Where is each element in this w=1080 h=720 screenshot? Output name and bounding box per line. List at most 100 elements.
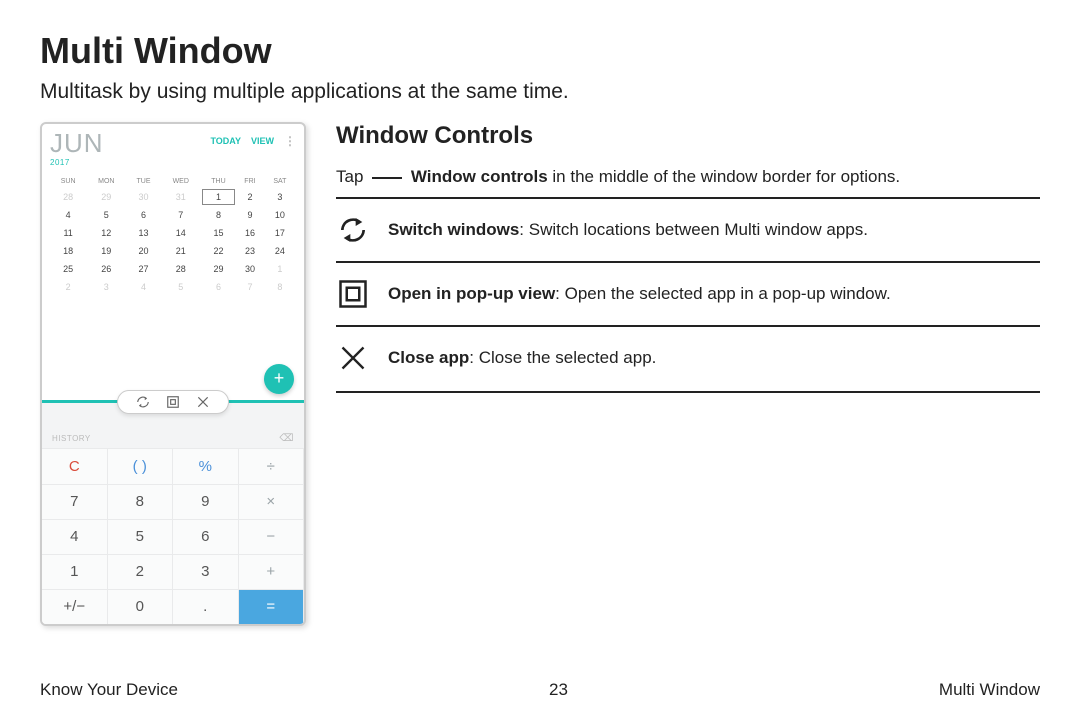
calc-key[interactable]: 7	[42, 484, 108, 519]
switch-windows-icon	[336, 213, 370, 247]
calendar-date-cell[interactable]: 6	[201, 278, 236, 296]
calc-key[interactable]: ×	[239, 484, 305, 519]
calc-key[interactable]: ÷	[239, 448, 305, 483]
calendar-date-cell[interactable]: 4	[50, 206, 86, 224]
calendar-today-button[interactable]: TODAY	[210, 136, 241, 146]
calendar-date-cell[interactable]: 1	[264, 260, 296, 278]
calendar-date-cell[interactable]: 28	[161, 260, 201, 278]
calendar-date-cell[interactable]: 9	[236, 206, 264, 224]
close-icon[interactable]	[196, 395, 210, 409]
calendar-date-cell[interactable]: 8	[201, 206, 236, 224]
calendar-date-cell[interactable]: 29	[86, 188, 126, 206]
window-controls-pill	[117, 390, 229, 414]
calendar-month: JUN	[50, 130, 104, 156]
calendar-date-cell[interactable]: 2	[50, 278, 86, 296]
calc-key[interactable]: −	[239, 519, 305, 554]
calc-key[interactable]: %	[173, 448, 239, 483]
calc-key[interactable]: 2	[108, 554, 174, 589]
calendar-date-cell[interactable]: 2	[236, 188, 264, 206]
calculator-pane: HISTORY ⌫ C( )%÷ 789× 456− 123+ +/−0.=	[42, 403, 304, 624]
calendar-date-cell[interactable]: 27	[126, 260, 160, 278]
calendar-day-header: SUN	[50, 175, 86, 188]
backspace-icon[interactable]: ⌫	[279, 433, 294, 444]
calendar-date-cell[interactable]: 22	[201, 242, 236, 260]
calendar-date-cell[interactable]: 10	[264, 206, 296, 224]
calendar-day-header: WED	[161, 175, 201, 188]
calendar-day-header: SAT	[264, 175, 296, 188]
calendar-pane: JUN 2017 TODAY VIEW ⋮ SUNMONTUEWEDTHUFRI…	[42, 124, 304, 400]
close-icon	[336, 341, 370, 375]
calendar-date-cell[interactable]: 26	[86, 260, 126, 278]
calendar-day-header: TUE	[126, 175, 160, 188]
calendar-date-cell[interactable]: 31	[161, 188, 201, 206]
calendar-date-cell[interactable]: 19	[86, 242, 126, 260]
calendar-date-cell[interactable]: 12	[86, 224, 126, 242]
calc-key[interactable]: 9	[173, 484, 239, 519]
calendar-date-cell[interactable]: 3	[264, 188, 296, 206]
more-icon[interactable]: ⋮	[284, 134, 296, 148]
calc-key[interactable]: 3	[173, 554, 239, 589]
calendar-day-header: THU	[201, 175, 236, 188]
window-divider[interactable]	[42, 400, 304, 404]
calendar-date-cell[interactable]: 1	[201, 188, 236, 206]
calc-key[interactable]: ( )	[108, 448, 174, 483]
calendar-date-cell[interactable]: 23	[236, 242, 264, 260]
calendar-grid: SUNMONTUEWEDTHUFRISAT 282930311234567891…	[50, 175, 296, 296]
calc-key[interactable]: +/−	[42, 589, 108, 624]
tap-instruction: Tap Window controls in the middle of the…	[336, 167, 1040, 187]
calendar-date-cell[interactable]: 15	[201, 224, 236, 242]
footer-section: Know Your Device	[40, 680, 178, 700]
popup-view-icon	[336, 277, 370, 311]
calendar-date-cell[interactable]: 24	[264, 242, 296, 260]
calendar-date-cell[interactable]: 14	[161, 224, 201, 242]
phone-mockup: JUN 2017 TODAY VIEW ⋮ SUNMONTUEWEDTHUFRI…	[40, 122, 306, 626]
calendar-date-cell[interactable]: 13	[126, 224, 160, 242]
calc-key[interactable]: +	[239, 554, 305, 589]
calendar-date-cell[interactable]: 20	[126, 242, 160, 260]
control-row-switch: Switch windows: Switch locations between…	[336, 197, 1040, 261]
calendar-view-button[interactable]: VIEW	[251, 136, 274, 146]
calendar-date-cell[interactable]: 5	[161, 278, 201, 296]
calendar-date-cell[interactable]: 30	[126, 188, 160, 206]
divider-line-icon	[372, 177, 402, 179]
plus-icon: +	[274, 368, 285, 389]
section-heading: Window Controls	[336, 122, 1040, 150]
calendar-date-cell[interactable]: 29	[201, 260, 236, 278]
calendar-date-cell[interactable]: 7	[161, 206, 201, 224]
calendar-date-cell[interactable]: 8	[264, 278, 296, 296]
popup-view-icon[interactable]	[166, 395, 180, 409]
calc-key[interactable]: 8	[108, 484, 174, 519]
calendar-date-cell[interactable]: 4	[126, 278, 160, 296]
control-row-close: Close app: Close the selected app.	[336, 325, 1040, 393]
calc-key[interactable]: .	[173, 589, 239, 624]
calc-key[interactable]: C	[42, 448, 108, 483]
page-subtitle: Multitask by using multiple applications…	[40, 80, 1040, 104]
calendar-date-cell[interactable]: 5	[86, 206, 126, 224]
calendar-date-cell[interactable]: 21	[161, 242, 201, 260]
calculator-history-label[interactable]: HISTORY	[52, 434, 91, 443]
calendar-date-cell[interactable]: 7	[236, 278, 264, 296]
calendar-date-cell[interactable]: 3	[86, 278, 126, 296]
control-row-popup: Open in pop-up view: Open the selected a…	[336, 261, 1040, 325]
page-title: Multi Window	[40, 30, 1040, 72]
calendar-date-cell[interactable]: 18	[50, 242, 86, 260]
calendar-date-cell[interactable]: 30	[236, 260, 264, 278]
calendar-date-cell[interactable]: 25	[50, 260, 86, 278]
footer-topic: Multi Window	[939, 680, 1040, 700]
add-event-button[interactable]: +	[264, 364, 294, 394]
calc-key[interactable]: =	[239, 589, 305, 624]
calendar-day-header: MON	[86, 175, 126, 188]
calendar-date-cell[interactable]: 11	[50, 224, 86, 242]
calc-key[interactable]: 4	[42, 519, 108, 554]
calc-key[interactable]: 0	[108, 589, 174, 624]
calendar-date-cell[interactable]: 28	[50, 188, 86, 206]
page-number: 23	[549, 680, 568, 700]
calendar-date-cell[interactable]: 6	[126, 206, 160, 224]
calendar-day-header: FRI	[236, 175, 264, 188]
switch-windows-icon[interactable]	[136, 395, 150, 409]
calendar-date-cell[interactable]: 17	[264, 224, 296, 242]
calendar-date-cell[interactable]: 16	[236, 224, 264, 242]
calc-key[interactable]: 1	[42, 554, 108, 589]
calc-key[interactable]: 6	[173, 519, 239, 554]
calc-key[interactable]: 5	[108, 519, 174, 554]
